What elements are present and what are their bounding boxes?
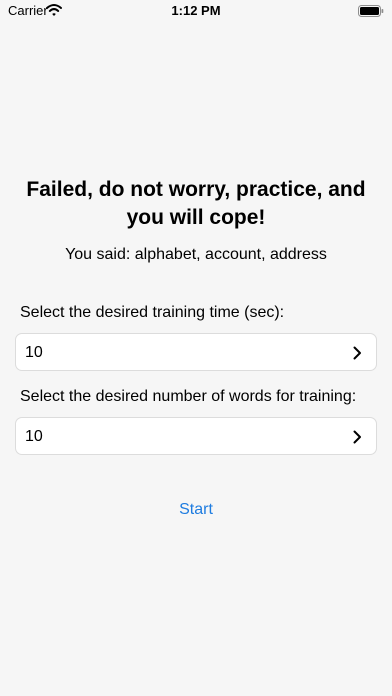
word-count-value: 10 [25,428,43,445]
chevron-right-icon [353,346,361,360]
training-time-select[interactable]: 10 [15,333,377,371]
page-title: Failed, do not worry, practice, and you … [26,178,366,229]
chevron-right-icon [353,430,361,444]
training-time-label: Select the desired training time (sec): [20,304,285,321]
status-time: 1:12 PM [171,3,221,18]
word-count-label: Select the desired number of words for t… [20,388,357,405]
word-count-select[interactable]: 10 [15,417,377,455]
status-bar: Carrier 1:12 PM [0,0,392,22]
training-time-value: 10 [25,344,43,361]
recognized-words-text: You said: alphabet, account, address [65,246,327,263]
battery-icon [358,5,384,17]
start-button[interactable]: Start [146,498,246,522]
